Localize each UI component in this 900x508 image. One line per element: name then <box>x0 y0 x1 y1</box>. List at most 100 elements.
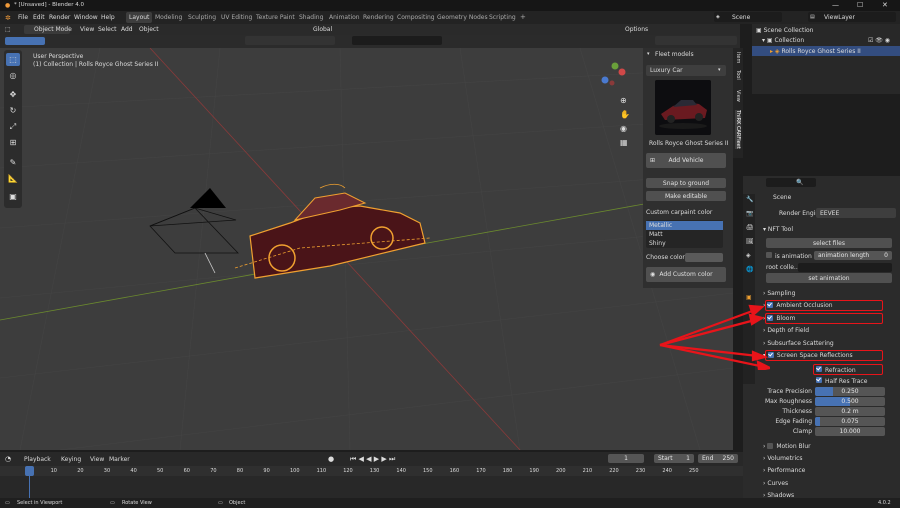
tab-shading[interactable]: Shading <box>299 14 323 21</box>
shading-buttons[interactable] <box>655 36 737 45</box>
tab-modeling[interactable]: Modeling <box>155 14 182 21</box>
blender-menu-icon[interactable]: ✲ <box>5 14 11 22</box>
set-animation-button[interactable]: set animation <box>766 273 892 283</box>
make-editable-button[interactable]: Make editable <box>646 191 726 201</box>
pan-hand-icon[interactable]: ✋ <box>620 110 630 119</box>
snap-to-ground-button[interactable]: Snap to ground <box>646 178 726 188</box>
3d-viewport[interactable]: User Perspective (1) Collection | Rolls … <box>0 48 733 450</box>
menu-render[interactable]: Render <box>49 14 70 21</box>
tab-geometry-nodes[interactable]: Geometry Nodes <box>437 14 488 21</box>
select-mode-buttons[interactable] <box>5 37 45 45</box>
options-dropdown[interactable]: Options <box>625 26 648 33</box>
fleet-category-dropdown[interactable]: Luxury Car ▾ <box>646 65 726 76</box>
section-performance[interactable]: › Performance <box>763 465 883 475</box>
playhead[interactable] <box>25 466 34 476</box>
vmenu-select[interactable]: Select <box>98 26 117 33</box>
menu-file[interactable]: File <box>18 14 28 21</box>
editor-type-icon[interactable]: ⬚ <box>5 26 11 33</box>
vmenu-object[interactable]: Object <box>139 26 159 33</box>
viewlayer-selector[interactable]: ▤ ViewLayer <box>808 12 896 22</box>
tab-compositing[interactable]: Compositing <box>397 14 435 21</box>
vmenu-view[interactable]: View <box>80 26 94 33</box>
slider-field[interactable]: 0.075 <box>815 417 885 426</box>
tab-texture-paint[interactable]: Texture Paint <box>256 14 295 21</box>
move-tool-icon[interactable]: ✥ <box>6 88 20 101</box>
start-frame-field[interactable]: Start 1 <box>654 454 694 463</box>
half-res-checkbox[interactable]: Half Res Trace <box>816 377 867 385</box>
tab-scripting[interactable]: Scripting <box>489 14 516 21</box>
add-vehicle-button[interactable]: ⊞ Add Vehicle <box>646 153 726 168</box>
section-curves[interactable]: › Curves <box>763 478 883 488</box>
select-box-tool-icon[interactable]: ⬚ <box>6 53 20 66</box>
root-collection-field[interactable] <box>798 263 892 272</box>
tab-layout[interactable]: Layout <box>126 12 153 23</box>
current-frame-field[interactable]: 1 <box>608 454 644 463</box>
timeline-ruler[interactable]: 1102030405060708090100110120130140150160… <box>0 466 743 476</box>
tab-uv-editing[interactable]: UV Editing <box>221 14 252 21</box>
animation-length-field[interactable]: animation length 0 <box>814 251 892 260</box>
rotate-tool-icon[interactable]: ↻ <box>6 104 20 117</box>
paint-item-matt[interactable]: Matt <box>649 231 663 238</box>
car-thumbnail[interactable] <box>655 80 711 135</box>
paint-item-shiny[interactable]: Shiny <box>649 240 666 247</box>
render-props-icon[interactable]: 📷 <box>746 210 753 217</box>
navigation-gizmo[interactable] <box>601 62 626 86</box>
menu-help[interactable]: Help <box>101 14 115 21</box>
tab-sculpting[interactable]: Sculpting <box>188 14 216 21</box>
section-motion-blur[interactable]: › Motion Blur <box>763 441 883 451</box>
outliner-object-row[interactable]: ▸ ◈ Rolls Royce Ghost Series II <box>752 46 900 56</box>
scene-props-icon[interactable]: ◈ <box>746 252 751 259</box>
tmenu-keying[interactable]: Keying <box>61 456 81 463</box>
section-sampling[interactable]: › Sampling <box>763 288 883 298</box>
tab-rendering[interactable]: Rendering <box>363 14 394 21</box>
outliner-collection-row[interactable]: ▾ ▣ Collection <box>762 37 804 44</box>
tab-carfleet[interactable]: ThiRK CARFleet <box>735 110 741 149</box>
tmenu-playback[interactable]: Playback <box>24 456 51 463</box>
vmenu-add[interactable]: Add <box>121 26 133 33</box>
add-custom-color-button[interactable]: ◉ Add Custom color <box>646 267 726 282</box>
slider-field[interactable]: 0.250 <box>815 387 885 396</box>
visibility-eye-icon[interactable]: ☑ 👁 ◉ <box>868 37 890 44</box>
select-files-button[interactable]: select files <box>766 238 892 248</box>
scale-tool-icon[interactable]: ⤢ <box>6 120 20 133</box>
timeline-editor-icon[interactable]: ◔ <box>5 455 11 463</box>
grid-view-icon[interactable]: ▦ <box>620 138 628 147</box>
transform-tool-icon[interactable]: ⊞ <box>6 136 20 149</box>
menu-window[interactable]: Window <box>74 14 98 21</box>
nft-tool-header[interactable]: ▾ NFT Tool <box>763 224 883 234</box>
properties-search-input[interactable]: 🔍 <box>766 178 816 187</box>
checkbox-unchecked-icon[interactable] <box>767 443 774 449</box>
viewport-search-input[interactable] <box>352 36 442 45</box>
camera-object[interactable] <box>149 188 239 254</box>
tab-tool[interactable]: Tool <box>735 70 741 80</box>
mode-dropdown[interactable]: Object Mode <box>24 25 72 34</box>
section-subsurface[interactable]: › Subsurface Scattering <box>763 338 883 348</box>
add-workspace-icon[interactable]: + <box>520 13 526 21</box>
slider-field[interactable]: 0.500 <box>815 397 885 406</box>
section-depth-of-field[interactable]: › Depth of Field <box>763 325 883 335</box>
tab-animation[interactable]: Animation <box>329 14 360 21</box>
measure-tool-icon[interactable]: 📐 <box>6 172 20 185</box>
playback-controls[interactable]: ⏮ ◀ ◀ ▶ ▶ ⏭ <box>350 455 395 464</box>
section-volumetrics[interactable]: › Volumetrics <box>763 453 883 463</box>
panel-collapse-icon[interactable]: ▾ <box>647 51 650 57</box>
world-props-icon[interactable]: 🌐 <box>746 266 753 273</box>
maximize-icon[interactable]: ☐ <box>857 1 863 9</box>
outliner-root[interactable]: ▣ Scene Collection <box>756 27 813 34</box>
output-props-icon[interactable]: 🖨 <box>746 224 754 231</box>
is-animation-checkbox[interactable]: is animation <box>766 252 812 260</box>
camera-view-icon[interactable]: ◉ <box>620 124 627 133</box>
scene-selector[interactable]: ◈ Scene <box>714 12 782 22</box>
annotate-tool-icon[interactable]: ✎ <box>6 156 20 169</box>
paint-item-metallic[interactable]: Metallic <box>646 221 723 230</box>
tab-view[interactable]: View <box>735 90 741 102</box>
color-swatch[interactable] <box>685 253 723 262</box>
slider-field[interactable]: 10.000 <box>815 427 885 436</box>
end-frame-field[interactable]: End 250 <box>698 454 738 463</box>
cursor-tool-icon[interactable]: ◎ <box>6 69 20 82</box>
visibility-filters[interactable] <box>245 36 335 45</box>
tmenu-view[interactable]: View <box>90 456 104 463</box>
zoom-icon[interactable]: ⊕ <box>620 96 627 105</box>
transform-orientation[interactable]: Global <box>313 26 332 33</box>
tab-item[interactable]: Item <box>735 52 741 63</box>
